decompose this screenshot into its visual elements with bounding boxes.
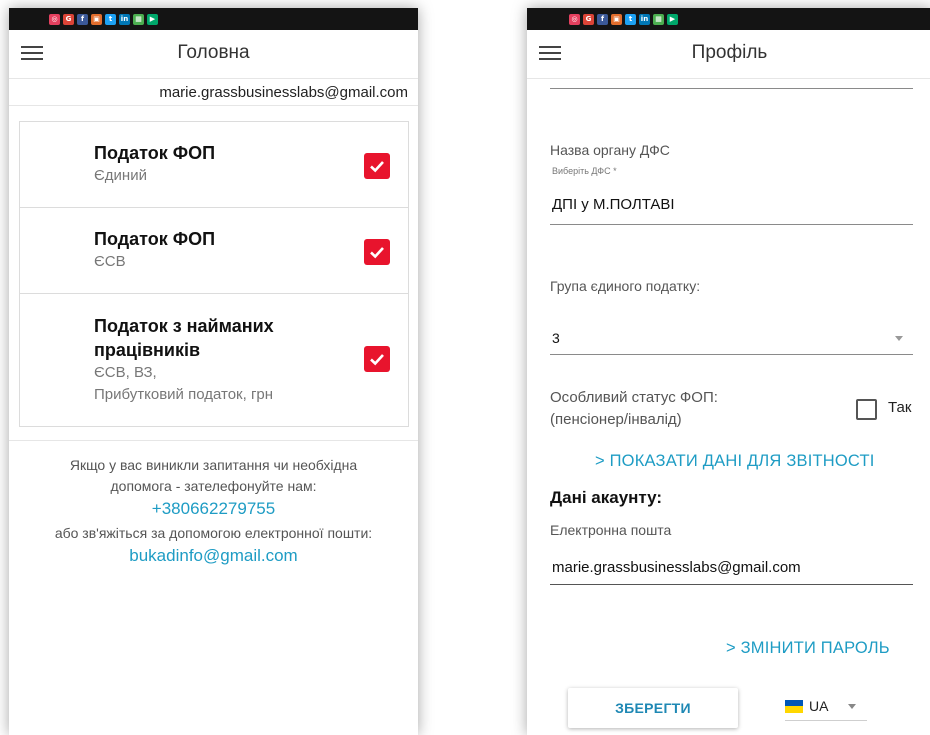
google-icon: G [63, 13, 74, 25]
facebook-icon: f [77, 13, 88, 25]
page-title: Головна [177, 42, 250, 63]
photos-icon: ▦ [653, 13, 664, 25]
help-text: допомога - зателефонуйте нам: [110, 478, 317, 494]
change-password-link[interactable]: > ЗМІНИТИ ПАРОЛЬ [726, 639, 890, 658]
help-text: Якщо у вас виникли запитання чи необхідн… [69, 457, 358, 473]
app-icon: ▣ [91, 13, 102, 25]
app-icon: ▣ [611, 13, 622, 25]
tax-title: Податок ФОП [94, 143, 216, 163]
tax-subtitle-line: ЄСВ, ВЗ, [94, 364, 157, 381]
twitter-icon: t [105, 13, 116, 25]
dfs-label: Назва органу ДФС [550, 142, 670, 158]
page-title: Профіль [691, 42, 768, 63]
chevron-down-icon [848, 703, 857, 709]
tax-item-fop-single[interactable]: Податок ФОП Єдиний [20, 122, 408, 208]
instagram-icon: ◎ [49, 13, 60, 25]
language-select[interactable]: UA [785, 692, 867, 721]
google-icon: G [583, 13, 594, 25]
twitter-icon: t [625, 13, 636, 25]
dfs-hint: Виберіть ДФС * [552, 166, 617, 176]
flag-stripe-yellow [785, 706, 803, 713]
help-text: або зв'яжіться за допомогою електронної … [54, 525, 373, 541]
tax-title: Податок ФОП [94, 229, 216, 249]
dfs-underline [550, 224, 913, 225]
tax-group-label: Група єдиного податку: [550, 278, 701, 294]
chevron-down-icon[interactable] [895, 336, 903, 341]
account-heading: Дані акаунту: [550, 488, 663, 507]
tax-group-underline [550, 354, 913, 355]
special-status-label: (пенсіонер/інвалід) [550, 411, 682, 428]
tax-title-line: Податок з найманих [94, 316, 274, 336]
play-store-icon: ▶ [667, 13, 678, 25]
photos-icon: ▦ [133, 13, 144, 25]
home-screen: ◎ Gf ▣ t in ▦ ▶ Головна marie.grassbusinesslab… [9, 8, 418, 735]
special-status-checkbox[interactable] [856, 399, 877, 420]
special-status-label: Особливий статус ФОП: [550, 389, 718, 406]
checkbox-checked-icon[interactable] [364, 239, 390, 265]
help-section: Якщо у вас виникли запитання чи необхідн… [9, 440, 418, 568]
tax-item-fop-esv[interactable]: Податок ФОП ЄСВ [20, 208, 408, 294]
app-bar: Профіль [527, 30, 930, 79]
tax-list: Податок ФОП Єдиний Податок ФОП ЄСВ Подат… [19, 121, 409, 427]
user-email: marie.grassbusinesslabs@gmail.com [159, 84, 408, 101]
dfs-select[interactable]: ДПІ у М.ПОЛТАВІ [552, 196, 675, 213]
tax-group-select[interactable]: 3 [552, 330, 560, 346]
checkbox-checked-icon[interactable] [364, 153, 390, 179]
tax-subtitle-line: Прибутковий податок, грн [94, 386, 274, 403]
tax-subtitle: Єдиний [94, 167, 147, 184]
language-label: UA [809, 698, 829, 714]
play-store-icon: ▶ [147, 13, 158, 25]
show-report-data-link[interactable]: > ПОКАЗАТИ ДАНІ ДЛЯ ЗВІТНОСТІ [595, 452, 875, 471]
linkedin-icon: in [119, 13, 130, 25]
facebook-icon: f [597, 13, 608, 25]
tax-subtitle: ЄСВ [94, 253, 126, 270]
tax-title-line: працівників [94, 340, 201, 360]
status-bar: ◎ Gf ▣ t in ▦ ▶ [527, 8, 930, 30]
email-field[interactable]: marie.grassbusinesslabs@gmail.com [552, 559, 801, 576]
email-underline [550, 584, 913, 585]
status-bar: ◎ Gf ▣ t in ▦ ▶ [9, 8, 418, 30]
profile-screen: ◎ Gf ▣ t in ▦ ▶ Профіль Назва органу ДФС Вибер… [527, 8, 930, 735]
instagram-icon: ◎ [569, 13, 580, 25]
save-button[interactable]: ЗБЕРЕГТИ [568, 688, 738, 728]
previous-field-underline [550, 88, 913, 89]
ukraine-flag-icon [785, 699, 803, 713]
email-label: Електронна пошта [550, 522, 672, 538]
tax-item-employees[interactable]: Податок з найманих працівників ЄСВ, ВЗ, … [20, 294, 408, 426]
checkbox-label: Так [888, 399, 912, 416]
phone-link[interactable]: +380662279755 [9, 497, 418, 521]
linkedin-icon: in [639, 13, 650, 25]
app-bar: Головна [9, 30, 418, 79]
email-link[interactable]: bukadinfo@gmail.com [9, 544, 418, 568]
divider [9, 105, 418, 106]
checkbox-checked-icon[interactable] [364, 346, 390, 372]
